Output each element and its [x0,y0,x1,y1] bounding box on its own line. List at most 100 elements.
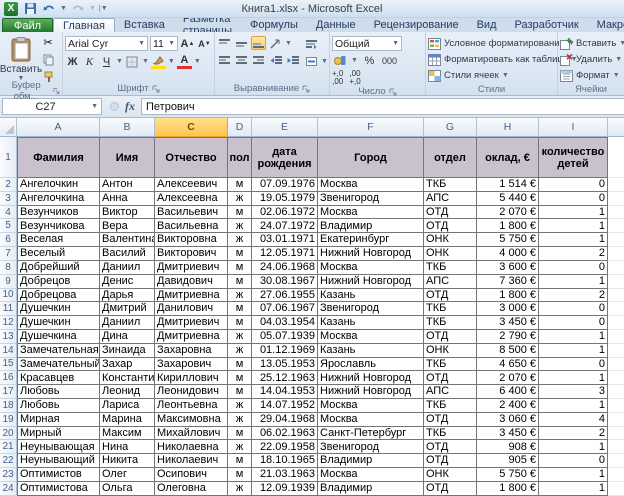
cell-I18[interactable]: 1 [539,399,608,413]
cell-H17[interactable]: 6 400 € [477,385,539,399]
cell-G3[interactable]: АПС [424,192,477,206]
cell-H9[interactable]: 7 360 € [477,275,539,289]
borders-icon[interactable] [125,54,140,69]
cell-G7[interactable]: ОНК [424,247,477,261]
cell-B16[interactable]: Константин [100,371,155,385]
cell-A12[interactable]: Душечкин [17,316,100,330]
cell-F8[interactable]: Москва [318,261,424,275]
cell-F16[interactable]: Нижний Новгород [318,371,424,385]
cell-A10[interactable]: Добрецова [17,289,100,303]
cell-H8[interactable]: 3 600 € [477,261,539,275]
cell-C22[interactable]: Николаевич [155,454,228,468]
row-header-16[interactable]: 16 [0,371,17,385]
cell-D13[interactable]: ж [228,330,252,344]
cell-D19[interactable]: ж [228,413,252,427]
merge-dropdown-icon[interactable]: ▼ [321,58,328,65]
cell-C16[interactable]: Кириллович [155,371,228,385]
row-header-15[interactable]: 15 [0,358,17,372]
cell-B23[interactable]: Олег [100,468,155,482]
cell-C8[interactable]: Дмитриевич [155,261,228,275]
cell-D8[interactable]: м [228,261,252,275]
cell-D2[interactable]: м [228,178,252,192]
wrap-text-icon[interactable] [304,37,319,51]
cell-B13[interactable]: Дина [100,330,155,344]
formula-input[interactable]: Петрович [141,98,624,115]
cell-F4[interactable]: Москва [318,206,424,220]
save-icon[interactable] [22,1,38,16]
cell-C19[interactable]: Максимовна [155,413,228,427]
cell-G10[interactable]: ОТД [424,289,477,303]
row-header-3[interactable]: 3 [0,192,17,206]
cell-C17[interactable]: Леонидович [155,385,228,399]
cell-C6[interactable]: Викторовна [155,233,228,247]
conditional-formatting-button[interactable]: Условное форматирование▼ [428,36,555,51]
cell-I13[interactable]: 1 [539,330,608,344]
cell-B3[interactable]: Анна [100,192,155,206]
excel-logo-icon[interactable]: X [3,1,19,16]
underline-dropdown-icon[interactable]: ▼ [116,58,123,65]
cell-F11[interactable]: Звенигород [318,302,424,316]
orientation-icon[interactable] [268,36,283,50]
cell-D5[interactable]: ж [228,219,252,233]
cell-D20[interactable]: м [228,427,252,441]
cell-G14[interactable]: ОНК [424,344,477,358]
undo-icon[interactable] [41,1,57,16]
cell-A14[interactable]: Замечательная [17,344,100,358]
cell-B11[interactable]: Дмитрий [100,302,155,316]
cell-H13[interactable]: 2 790 € [477,330,539,344]
cell-D4[interactable]: м [228,206,252,220]
increase-decimal-icon[interactable]: +,0,00 [332,70,343,86]
cell-H20[interactable]: 3 450 € [477,427,539,441]
cell-B5[interactable]: Вера [100,219,155,233]
cell-B15[interactable]: Захар [100,358,155,372]
cell-G20[interactable]: ТКБ [424,427,477,441]
row-header-18[interactable]: 18 [0,399,17,413]
cell-B12[interactable]: Даниил [100,316,155,330]
undo-dropdown-icon[interactable]: ▼ [60,5,67,12]
font-color-icon[interactable]: А [177,54,192,69]
cell-C7[interactable]: Викторович [155,247,228,261]
cell-D16[interactable]: м [228,371,252,385]
cell-E24[interactable]: 12.09.1939 [252,482,318,496]
cell-C15[interactable]: Захарович [155,358,228,372]
cell-E11[interactable]: 07.06.1967 [252,302,318,316]
select-all-button[interactable] [0,118,17,136]
fill-color-dropdown-icon[interactable]: ▼ [168,58,175,65]
cell-D24[interactable]: ж [228,482,252,496]
cell-I2[interactable]: 0 [539,178,608,192]
cell-A21[interactable]: Неунывающая [17,440,100,454]
row-header-22[interactable]: 22 [0,454,17,468]
tab-insert[interactable]: Вставка [115,18,174,32]
cell-E3[interactable]: 19.05.1979 [252,192,318,206]
cell-F12[interactable]: Казань [318,316,424,330]
cell-D21[interactable]: ж [228,440,252,454]
cell-A3[interactable]: Ангелочкина [17,192,100,206]
cell-A16[interactable]: Красавцев [17,371,100,385]
cell-H23[interactable]: 5 750 € [477,468,539,482]
col-header-E[interactable]: E [252,118,318,136]
cell-H1[interactable]: оклад, € [477,137,539,178]
cell-E2[interactable]: 07.09.1976 [252,178,318,192]
cell-F2[interactable]: Москва [318,178,424,192]
cell-B14[interactable]: Зинаида [100,344,155,358]
cell-H19[interactable]: 3 060 € [477,413,539,427]
cell-D23[interactable]: м [228,468,252,482]
cell-G5[interactable]: ОТД [424,219,477,233]
decrease-indent-icon[interactable] [268,53,283,67]
accounting-format-icon[interactable] [332,54,347,68]
cell-E12[interactable]: 04.03.1954 [252,316,318,330]
align-top-icon[interactable] [217,36,232,50]
redo-icon[interactable] [70,1,86,16]
cell-F1[interactable]: Город [318,137,424,178]
delete-cells-button[interactable]: Удалить▼ [560,52,622,67]
cell-G24[interactable]: ОТД [424,482,477,496]
cell-H15[interactable]: 4 650 € [477,358,539,372]
cell-C5[interactable]: Васильевна [155,219,228,233]
tab-page-layout[interactable]: Разметка страницы [174,18,241,32]
insert-cells-dropdown-icon[interactable]: ▼ [619,40,624,47]
insert-cells-button[interactable]: Вставить▼ [560,36,622,51]
cell-I21[interactable]: 1 [539,440,608,454]
cell-H24[interactable]: 1 800 € [477,482,539,496]
cell-H7[interactable]: 4 000 € [477,247,539,261]
cell-G4[interactable]: ОТД [424,206,477,220]
